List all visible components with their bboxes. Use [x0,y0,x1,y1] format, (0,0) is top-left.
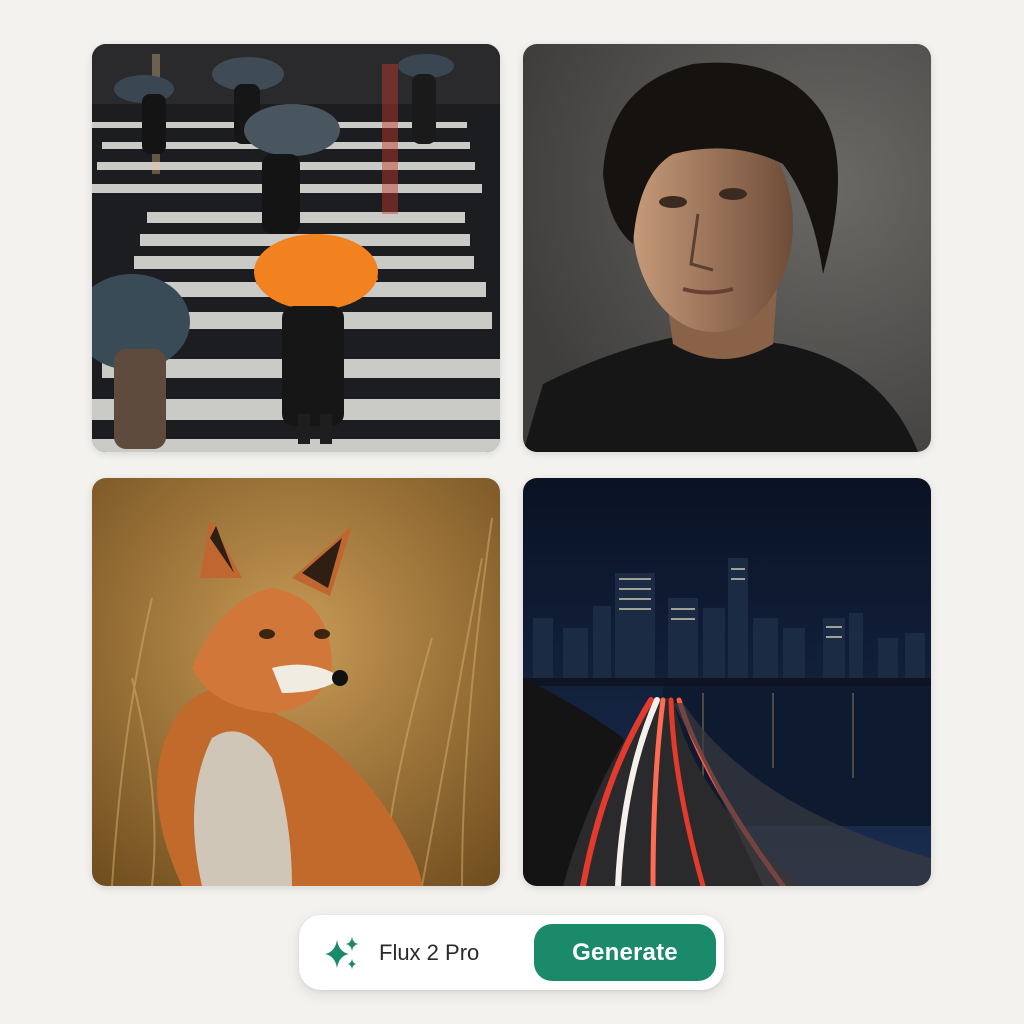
generate-toolbar: Flux 2 Pro Generate [299,915,724,990]
model-selector[interactable]: Flux 2 Pro [299,915,479,990]
generation-gallery-page: Flux 2 Pro Generate [0,0,1024,1024]
crosswalk-image [92,44,500,452]
gallery-image-portrait[interactable] [523,44,931,452]
fox-image [92,478,500,886]
sparkle-icon [325,936,358,969]
generate-button[interactable]: Generate [534,924,716,981]
gallery-image-fox[interactable] [92,478,500,886]
city-image [523,478,931,886]
model-name-label: Flux 2 Pro [379,939,480,965]
portrait-image [523,44,931,452]
gallery-image-city[interactable] [523,478,931,886]
gallery-image-crosswalk[interactable] [92,44,500,452]
